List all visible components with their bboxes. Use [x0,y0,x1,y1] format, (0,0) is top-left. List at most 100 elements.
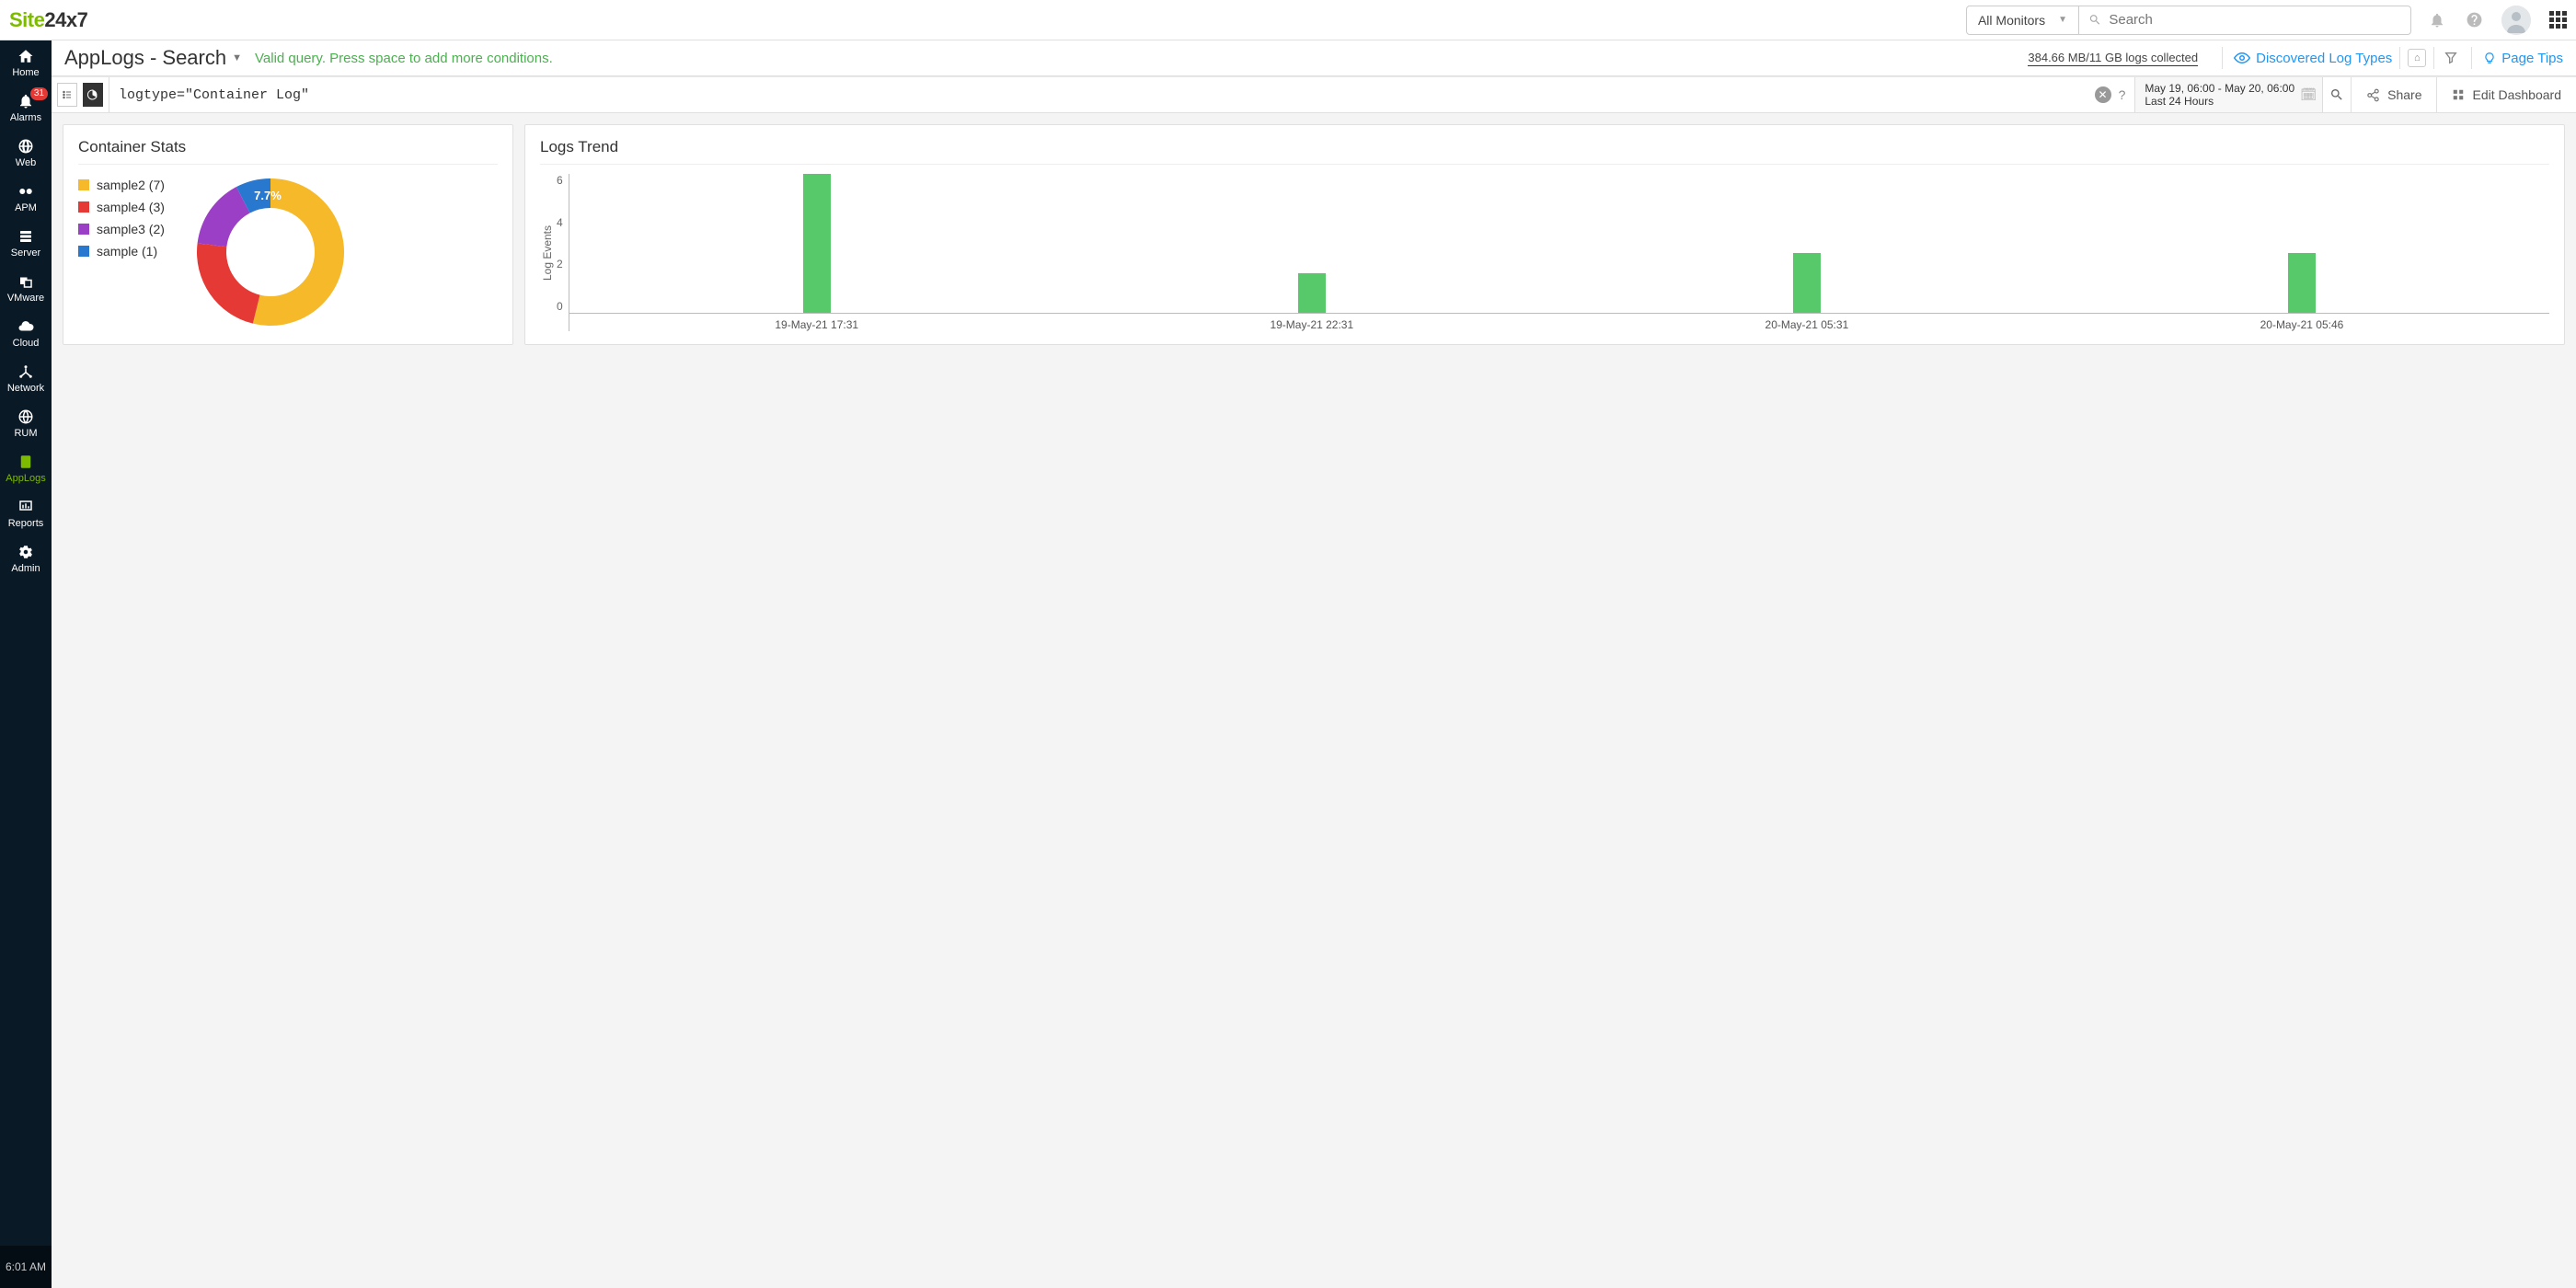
discovered-link-text: Discovered Log Types [2256,51,2392,66]
sidebar-item-label: Network [7,383,44,394]
view-toggle-group [52,77,109,112]
edit-dashboard-button[interactable]: Edit Dashboard [2436,77,2576,112]
x-tick: 20-May-21 05:46 [2260,318,2344,331]
panel-title: Container Stats [78,138,498,165]
grid-icon [2452,88,2465,101]
search-icon [2088,13,2101,27]
legend-label: sample (1) [97,244,157,259]
bar[interactable] [2288,253,2316,313]
help-icon[interactable] [2465,11,2483,29]
query-help-icon[interactable]: ? [2119,87,2126,102]
y-axis-label: Log Events [541,224,554,280]
legend-item[interactable]: sample2 (7) [78,178,165,192]
apps-icon[interactable] [2549,11,2567,29]
sidebar-item-network[interactable]: Network [0,356,52,401]
bar-column [1559,174,2054,313]
eye-icon [2234,50,2250,66]
sidebar-item-web[interactable]: Web [0,131,52,176]
sidebar-item-label: VMware [7,293,44,304]
sidebar-item-label: RUM [14,428,37,439]
container-stats-panel: Container Stats sample2 (7)sample4 (3)sa… [63,124,513,345]
global-search[interactable] [2079,12,2410,28]
discovered-log-types-link[interactable]: Discovered Log Types [2234,50,2392,66]
search-icon [2329,87,2344,102]
bar-column [1064,174,1559,313]
share-button[interactable]: Share [2351,77,2436,112]
plot-area: 19-May-21 17:3119-May-21 22:3120-May-21 … [569,174,2549,331]
legend-item[interactable]: sample3 (2) [78,222,165,236]
edit-dashboard-label: Edit Dashboard [2472,87,2561,102]
notifications-icon[interactable] [2428,11,2446,29]
y-axis-ticks: 6420 [555,174,569,331]
legend-item[interactable]: sample4 (3) [78,200,165,214]
legend-label: sample4 (3) [97,200,165,214]
pie-legend: sample2 (7) sample4 (3) sample3 (2) sample … [78,174,165,330]
page-title[interactable]: AppLogs - Search ▼ [64,46,242,70]
bar[interactable] [1793,253,1821,313]
sidebar-item-label: APM [15,202,37,213]
sidebar-item-label: Alarms [10,112,41,123]
sidebar-item-home[interactable]: Home [0,40,52,86]
bar-column [2054,174,2549,313]
date-range-bottom: Last 24 Hours [2145,95,2294,108]
sidebar-item-label: Home [12,67,39,78]
sidebar-item-label: AppLogs [6,473,45,484]
sidebar: Home 31 Alarms Web APM Server VMware Clo… [0,40,52,1288]
query-text: logtype="Container Log" [119,87,309,103]
monitor-select[interactable]: All Monitors ▼ [1967,6,2079,34]
brand-logo[interactable]: Site24x7 [9,8,87,32]
content-area: AppLogs - Search ▼ Valid query. Press sp… [52,40,2576,1288]
sidebar-item-applogs[interactable]: AppLogs [0,446,52,491]
donut-chart[interactable]: 7.7% [192,174,349,330]
legend-label: sample2 (7) [97,178,165,192]
avatar[interactable] [2501,6,2531,35]
legend-swatch [78,201,89,213]
chevron-down-icon: ▼ [232,52,242,63]
panels-row: Container Stats sample2 (7)sample4 (3)sa… [52,113,2576,356]
run-query-button[interactable] [2323,77,2351,112]
bar-chart[interactable]: Log Events 6420 19-May-21 17:3119-May-21… [540,174,2549,331]
chart-view-toggle[interactable] [83,83,103,107]
bars-row [569,174,2549,313]
sidebar-item-label: Cloud [13,338,40,349]
logs-collected-label[interactable]: 384.66 MB/11 GB logs collected [2028,51,2198,66]
lightbulb-icon [2483,52,2496,64]
search-input[interactable] [2101,12,2401,28]
y-tick: 6 [557,174,563,187]
bar[interactable] [803,174,831,313]
x-tick: 19-May-21 22:31 [1270,318,1353,331]
query-status-message: Valid query. Press space to add more con… [255,51,553,66]
bar-column [569,174,1064,313]
pie-icon [87,89,98,100]
query-input[interactable]: logtype="Container Log" [109,77,2086,112]
funnel-icon[interactable] [2442,49,2460,67]
date-range-picker[interactable]: May 19, 06:00 - May 20, 06:00 Last 24 Ho… [2134,77,2323,112]
page-tips-text: Page Tips [2501,51,2563,66]
legend-item[interactable]: sample (1) [78,244,165,259]
sidebar-item-server[interactable]: Server [0,221,52,266]
legend-swatch [78,246,89,257]
brand-part2: 24x7 [44,8,87,31]
x-tick: 20-May-21 05:31 [1765,318,1849,331]
alarm-badge: 31 [30,87,48,100]
sidebar-item-label: Server [11,247,40,259]
list-icon [62,89,73,100]
bar[interactable] [1298,273,1326,313]
sidebar-item-admin[interactable]: Admin [0,536,52,581]
sidebar-item-rum[interactable]: RUM [0,401,52,446]
sidebar-item-alarms[interactable]: 31 Alarms [0,86,52,131]
page-title-text: AppLogs - Search [64,46,226,70]
list-view-toggle[interactable] [57,83,77,107]
sidebar-item-cloud[interactable]: Cloud [0,311,52,356]
donut-slice[interactable] [197,243,260,323]
clear-query-button[interactable]: ✕ [2095,86,2111,103]
page-tips-link[interactable]: Page Tips [2483,51,2563,66]
home-pin-button[interactable]: ⌂ [2408,49,2426,67]
sidebar-item-label: Reports [8,518,44,529]
monitor-search-box: All Monitors ▼ [1966,6,2411,35]
sidebar-item-apm[interactable]: APM [0,176,52,221]
legend-swatch [78,179,89,190]
page-header: AppLogs - Search ▼ Valid query. Press sp… [52,40,2576,76]
sidebar-item-reports[interactable]: Reports [0,491,52,536]
sidebar-item-vmware[interactable]: VMware [0,266,52,311]
